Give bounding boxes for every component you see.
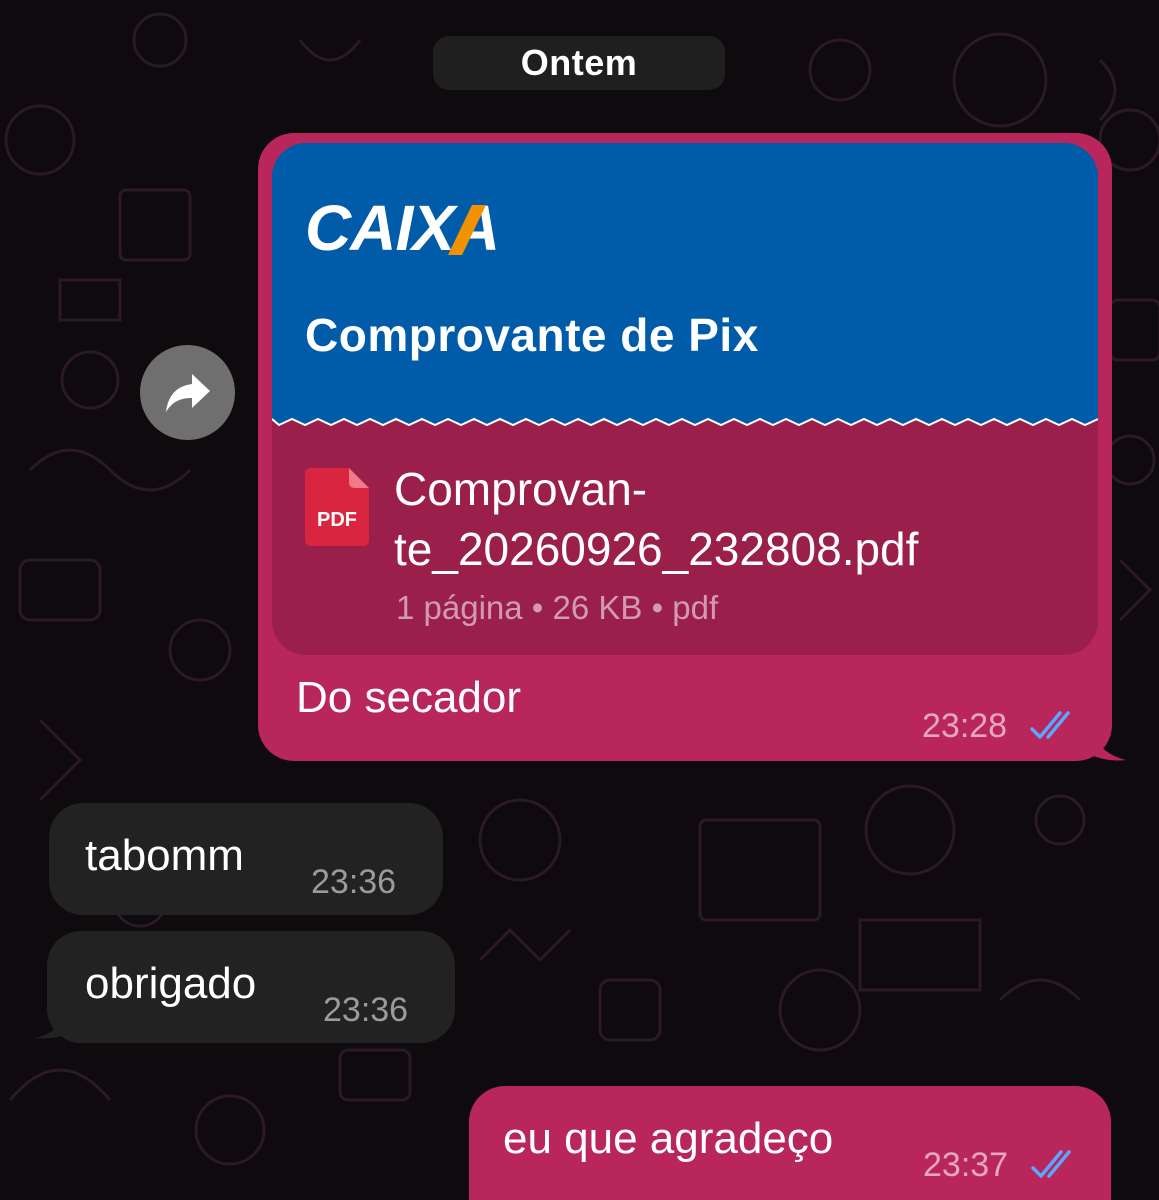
message-time: 23:37 <box>923 1146 1009 1184</box>
caixa-logo-accent <box>448 205 486 255</box>
document-attachment[interactable]: CAIXA Comprovante de Pix PDF Comprovan- … <box>272 143 1098 655</box>
incoming-message[interactable]: obrigado 23:36 <box>47 931 455 1043</box>
forward-button[interactable] <box>140 345 235 440</box>
pdf-file-icon: PDF <box>305 468 369 546</box>
message-text: eu que agradeço <box>503 1114 834 1163</box>
message-time: 23:36 <box>323 991 409 1029</box>
document-preview[interactable]: CAIXA Comprovante de Pix <box>272 143 1098 415</box>
forward-arrow-icon <box>165 373 210 412</box>
outgoing-document-message[interactable]: CAIXA Comprovante de Pix PDF Comprovan- … <box>258 133 1112 761</box>
message-time: 23:36 <box>311 863 397 901</box>
pdf-icon-label: PDF <box>317 509 357 531</box>
message-caption: Do secador <box>296 673 522 722</box>
document-file-name[interactable]: Comprovan- te_20260926_232808.pdf <box>394 459 1074 579</box>
message-text: tabomm <box>85 831 244 880</box>
document-preview-title: Comprovante de Pix <box>305 309 759 361</box>
message-text: obrigado <box>85 959 257 1008</box>
outgoing-message[interactable]: eu que agradeço 23:37 <box>469 1086 1111 1200</box>
date-separator: Ontem <box>433 36 725 90</box>
receipt-edge <box>272 413 1098 427</box>
document-meta: 1 página • 26 KB • pdf <box>396 589 719 626</box>
incoming-message[interactable]: tabomm 23:36 <box>49 803 443 915</box>
document-file-name-line2: te_20260926_232808.pdf <box>394 523 919 575</box>
double-check-icon <box>1030 711 1070 739</box>
double-check-icon <box>1031 1150 1071 1178</box>
document-file-name-line1: Comprovan- <box>394 463 648 515</box>
message-time: 23:28 <box>922 707 1008 745</box>
